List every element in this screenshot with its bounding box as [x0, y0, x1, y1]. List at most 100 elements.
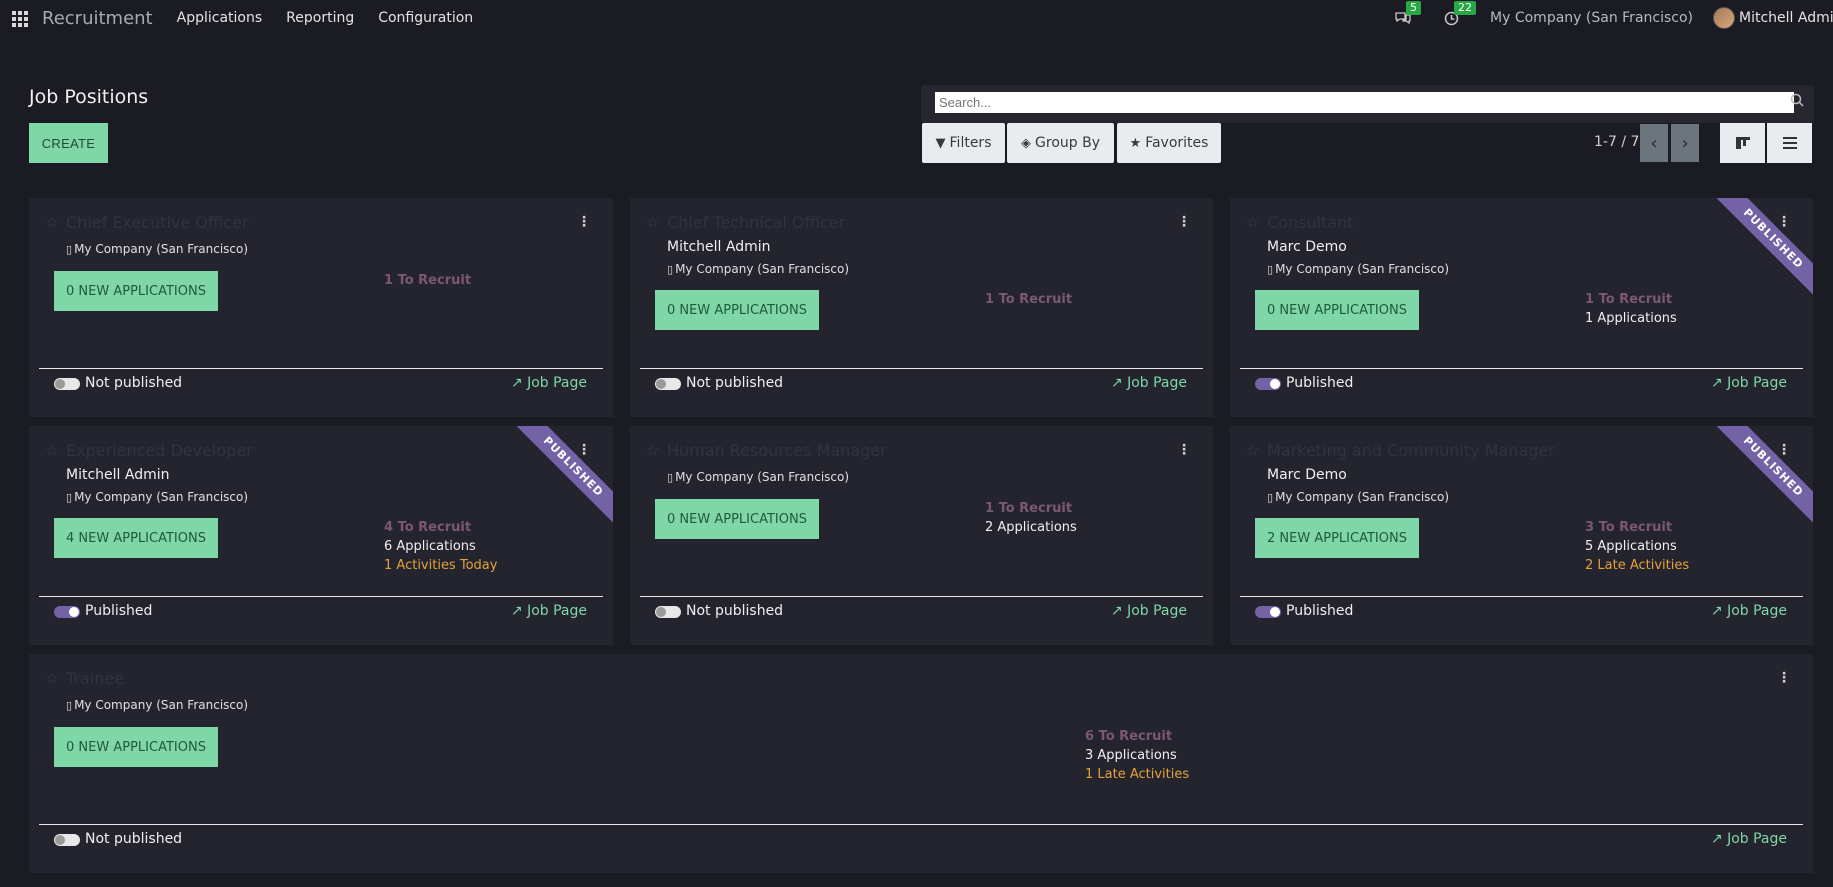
job-title[interactable]: Chief Executive Officer: [66, 213, 249, 232]
job-page-link[interactable]: ↗ Job Page: [1711, 831, 1787, 847]
apps-menu-icon[interactable]: [12, 11, 28, 27]
create-button[interactable]: CREATE: [29, 123, 108, 163]
favorite-star-icon[interactable]: ☆: [646, 441, 659, 459]
to-recruit[interactable]: 4 To Recruit: [384, 520, 471, 535]
activities-status[interactable]: 2 Late Activities: [1585, 558, 1689, 573]
job-page-link[interactable]: ↗ Job Page: [1711, 375, 1787, 391]
list-view-icon[interactable]: [1767, 123, 1812, 163]
to-recruit[interactable]: 1 To Recruit: [1585, 292, 1672, 307]
user-menu[interactable]: Mitchell Admin: [1739, 10, 1833, 26]
job-card[interactable]: ☆ Trainee ⋮ ▯ My Company (San Francisco) …: [29, 654, 1813, 873]
favorite-star-icon[interactable]: ☆: [45, 441, 58, 459]
job-page-label: Job Page: [1127, 375, 1187, 391]
applications-count[interactable]: 3 Applications: [1085, 748, 1177, 763]
job-page-link[interactable]: ↗ Job Page: [1111, 375, 1187, 391]
applications-count[interactable]: 1 Applications: [1585, 311, 1677, 326]
job-page-link[interactable]: ↗ Job Page: [1111, 603, 1187, 619]
user-avatar[interactable]: [1713, 7, 1735, 29]
job-card[interactable]: ☆ Experienced Developer ⋮ PUBLISHED Mitc…: [29, 426, 613, 645]
ribbon-label: PUBLISHED: [1715, 198, 1813, 297]
publish-toggle[interactable]: [1255, 378, 1281, 390]
new-applications-button[interactable]: 0 NEW APPLICATIONS: [54, 271, 218, 311]
applications-count[interactable]: 2 Applications: [985, 520, 1077, 535]
job-title[interactable]: Consultant: [1267, 213, 1354, 232]
pager-previous-icon[interactable]: ‹: [1640, 124, 1668, 162]
new-applications-button[interactable]: 0 NEW APPLICATIONS: [1255, 290, 1419, 330]
job-card[interactable]: ☆ Human Resources Manager ⋮ ▯ My Company …: [630, 426, 1213, 645]
company-switcher[interactable]: My Company (San Francisco): [1490, 10, 1693, 26]
favorite-star-icon[interactable]: ☆: [646, 213, 659, 231]
favorite-star-icon[interactable]: ☆: [45, 213, 58, 231]
kanban-view-icon[interactable]: [1720, 123, 1765, 163]
app-brand[interactable]: Recruitment: [42, 8, 153, 29]
card-menu-icon[interactable]: ⋮: [577, 214, 591, 230]
messages-icon[interactable]: 5: [1394, 1, 1422, 27]
activities-status[interactable]: 1 Activities Today: [384, 558, 497, 573]
to-recruit[interactable]: 1 To Recruit: [985, 292, 1072, 307]
new-applications-button[interactable]: 0 NEW APPLICATIONS: [655, 499, 819, 539]
job-card[interactable]: ☆ Consultant ⋮ PUBLISHED Marc Demo ▯ My C…: [1230, 198, 1813, 417]
card-divider: [640, 368, 1203, 369]
card-menu-icon[interactable]: ⋮: [1777, 670, 1791, 686]
publish-toggle[interactable]: [1255, 606, 1281, 618]
publish-toggle[interactable]: [54, 834, 80, 846]
activities-status[interactable]: 1 Late Activities: [1085, 767, 1189, 782]
to-recruit[interactable]: 3 To Recruit: [1585, 520, 1672, 535]
search-icon[interactable]: [1790, 93, 1810, 113]
publish-status: Published: [85, 603, 153, 619]
search-input[interactable]: [935, 92, 1794, 113]
menu-configuration[interactable]: Configuration: [378, 10, 473, 26]
job-page-link[interactable]: ↗ Job Page: [511, 603, 587, 619]
publish-toggle[interactable]: [54, 606, 80, 618]
job-page-link[interactable]: ↗ Job Page: [511, 375, 587, 391]
publish-status: Published: [1286, 375, 1354, 391]
job-card[interactable]: ☆ Chief Executive Officer ⋮ ▯ My Company …: [29, 198, 613, 417]
job-company-label: My Company (San Francisco): [74, 698, 249, 712]
job-page-link[interactable]: ↗ Job Page: [1711, 603, 1787, 619]
job-card[interactable]: ☆ Chief Technical Officer ⋮ Mitchell Adm…: [630, 198, 1213, 417]
job-title[interactable]: Chief Technical Officer: [667, 213, 845, 232]
groupby-button[interactable]: ◈ Group By: [1007, 123, 1114, 163]
job-page-label: Job Page: [527, 375, 587, 391]
favorite-star-icon[interactable]: ☆: [1246, 213, 1259, 231]
menu-applications[interactable]: Applications: [177, 10, 263, 26]
to-recruit[interactable]: 1 To Recruit: [384, 273, 471, 288]
pager-value[interactable]: 1-7 / 7: [1594, 134, 1639, 150]
favorite-star-icon[interactable]: ☆: [45, 669, 58, 687]
job-title[interactable]: Human Resources Manager: [667, 441, 887, 460]
new-applications-button[interactable]: 2 NEW APPLICATIONS: [1255, 518, 1419, 558]
layers-icon: ◈: [1021, 135, 1032, 151]
activities-icon[interactable]: 22: [1442, 1, 1477, 27]
job-company-label: My Company (San Francisco): [1275, 490, 1450, 504]
published-ribbon: PUBLISHED: [1713, 426, 1813, 526]
job-company: ▯ My Company (San Francisco): [66, 242, 248, 256]
job-title[interactable]: Experienced Developer: [66, 441, 253, 460]
new-applications-button[interactable]: 0 NEW APPLICATIONS: [54, 727, 218, 767]
menu-reporting[interactable]: Reporting: [286, 10, 354, 26]
filters-button[interactable]: ▼ Filters: [922, 123, 1005, 163]
favorite-star-icon[interactable]: ☆: [1246, 441, 1259, 459]
published-ribbon: PUBLISHED: [513, 426, 613, 526]
job-page-label: Job Page: [1727, 603, 1787, 619]
to-recruit[interactable]: 6 To Recruit: [1085, 729, 1172, 744]
job-card[interactable]: ☆ Marketing and Community Manager ⋮ PUBL…: [1230, 426, 1813, 645]
applications-count[interactable]: 6 Applications: [384, 539, 476, 554]
to-recruit[interactable]: 1 To Recruit: [985, 501, 1072, 516]
job-company: ▯ My Company (San Francisco): [66, 698, 248, 712]
publish-toggle[interactable]: [655, 378, 681, 390]
new-applications-button[interactable]: 4 NEW APPLICATIONS: [54, 518, 218, 558]
job-company: ▯ My Company (San Francisco): [1267, 490, 1449, 504]
external-link-icon: ↗: [1110, 375, 1128, 391]
publish-toggle[interactable]: [54, 378, 80, 390]
job-company-label: My Company (San Francisco): [74, 242, 249, 256]
job-title[interactable]: Marketing and Community Manager: [1267, 441, 1555, 460]
star-icon: ★: [1129, 135, 1142, 151]
favorites-button[interactable]: ★ Favorites: [1117, 123, 1221, 163]
pager-next-icon[interactable]: ›: [1671, 124, 1699, 162]
publish-toggle[interactable]: [655, 606, 681, 618]
card-menu-icon[interactable]: ⋮: [1177, 442, 1191, 458]
card-menu-icon[interactable]: ⋮: [1177, 214, 1191, 230]
job-title[interactable]: Trainee: [66, 669, 124, 688]
new-applications-button[interactable]: 0 NEW APPLICATIONS: [655, 290, 819, 330]
applications-count[interactable]: 5 Applications: [1585, 539, 1677, 554]
